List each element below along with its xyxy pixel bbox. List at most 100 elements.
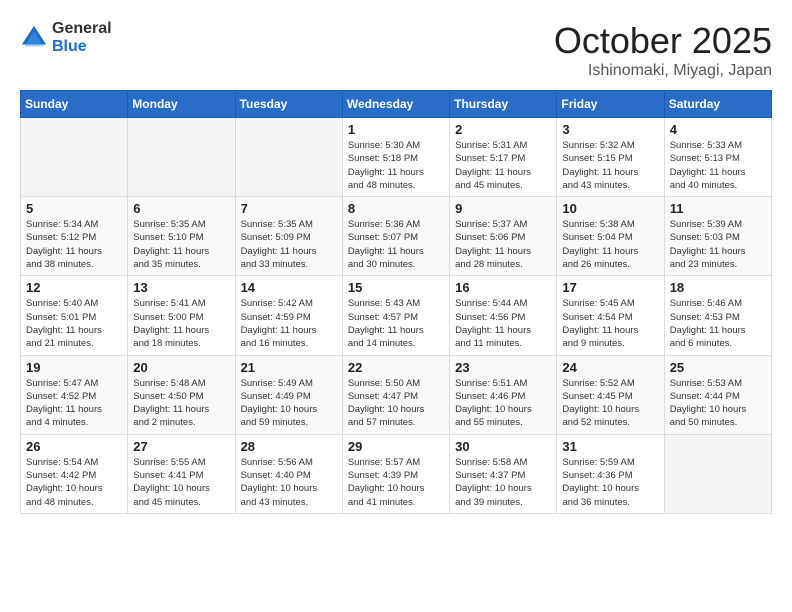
calendar-cell: 2 Sunrise: 5:31 AM Sunset: 5:17 PM Daylig… (450, 118, 557, 197)
day-number: 10 (562, 201, 658, 216)
day-number: 21 (241, 360, 337, 375)
day-number: 19 (26, 360, 122, 375)
day-number: 22 (348, 360, 444, 375)
calendar-cell: 28 Sunrise: 5:56 AM Sunset: 4:40 PM Dayli… (235, 434, 342, 513)
calendar-cell: 26 Sunrise: 5:54 AM Sunset: 4:42 PM Dayli… (21, 434, 128, 513)
weekday-header-thursday: Thursday (450, 91, 557, 118)
calendar-cell: 6 Sunrise: 5:35 AM Sunset: 5:10 PM Daylig… (128, 197, 235, 276)
calendar-cell (21, 118, 128, 197)
calendar-cell: 22 Sunrise: 5:50 AM Sunset: 4:47 PM Dayli… (342, 355, 449, 434)
calendar-cell: 25Sunrise: 5:53 AM Sunset: 4:44 PM Dayli… (664, 355, 771, 434)
day-number: 28 (241, 439, 337, 454)
calendar-header: SundayMondayTuesdayWednesdayThursdayFrid… (21, 91, 772, 118)
day-number: 8 (348, 201, 444, 216)
day-info: Sunrise: 5:58 AM Sunset: 4:37 PM Dayligh… (455, 456, 551, 509)
day-number: 11 (670, 201, 766, 216)
day-info: Sunrise: 5:38 AM Sunset: 5:04 PM Dayligh… (562, 218, 658, 271)
calendar-cell: 29 Sunrise: 5:57 AM Sunset: 4:39 PM Dayli… (342, 434, 449, 513)
day-number: 2 (455, 122, 551, 137)
day-info: Sunrise: 5:42 AM Sunset: 4:59 PM Dayligh… (241, 297, 337, 350)
weekday-header-saturday: Saturday (664, 91, 771, 118)
day-number: 6 (133, 201, 229, 216)
day-number: 7 (241, 201, 337, 216)
calendar-week-row: 19 Sunrise: 5:47 AM Sunset: 4:52 PM Dayli… (21, 355, 772, 434)
day-info: Sunrise: 5:48 AM Sunset: 4:50 PM Dayligh… (133, 377, 229, 430)
day-info: Sunrise: 5:51 AM Sunset: 4:46 PM Dayligh… (455, 377, 551, 430)
day-info: Sunrise: 5:44 AM Sunset: 4:56 PM Dayligh… (455, 297, 551, 350)
day-number: 12 (26, 280, 122, 295)
day-info: Sunrise: 5:56 AM Sunset: 4:40 PM Dayligh… (241, 456, 337, 509)
calendar-cell: 27Sunrise: 5:55 AM Sunset: 4:41 PM Dayli… (128, 434, 235, 513)
day-number: 15 (348, 280, 444, 295)
day-number: 17 (562, 280, 658, 295)
day-info: Sunrise: 5:45 AM Sunset: 4:54 PM Dayligh… (562, 297, 658, 350)
day-info: Sunrise: 5:34 AM Sunset: 5:12 PM Dayligh… (26, 218, 122, 271)
day-number: 31 (562, 439, 658, 454)
day-info: Sunrise: 5:37 AM Sunset: 5:06 PM Dayligh… (455, 218, 551, 271)
calendar-cell: 17 Sunrise: 5:45 AM Sunset: 4:54 PM Dayli… (557, 276, 664, 355)
day-number: 16 (455, 280, 551, 295)
day-info: Sunrise: 5:33 AM Sunset: 5:13 PM Dayligh… (670, 139, 766, 192)
day-info: Sunrise: 5:57 AM Sunset: 4:39 PM Dayligh… (348, 456, 444, 509)
calendar-body: 1 Sunrise: 5:30 AM Sunset: 5:18 PM Daylig… (21, 118, 772, 514)
day-number: 9 (455, 201, 551, 216)
calendar-cell: 24Sunrise: 5:52 AM Sunset: 4:45 PM Dayli… (557, 355, 664, 434)
calendar-cell (664, 434, 771, 513)
calendar-cell: 23Sunrise: 5:51 AM Sunset: 4:46 PM Dayli… (450, 355, 557, 434)
day-info: Sunrise: 5:54 AM Sunset: 4:42 PM Dayligh… (26, 456, 122, 509)
day-info: Sunrise: 5:35 AM Sunset: 5:10 PM Dayligh… (133, 218, 229, 271)
calendar: SundayMondayTuesdayWednesdayThursdayFrid… (20, 90, 772, 514)
calendar-cell: 5 Sunrise: 5:34 AM Sunset: 5:12 PM Daylig… (21, 197, 128, 276)
day-number: 4 (670, 122, 766, 137)
location: Ishinomaki, Miyagi, Japan (554, 62, 772, 80)
logo-text: General Blue (52, 20, 112, 55)
calendar-cell: 12 Sunrise: 5:40 AM Sunset: 5:01 PM Dayli… (21, 276, 128, 355)
day-info: Sunrise: 5:35 AM Sunset: 5:09 PM Dayligh… (241, 218, 337, 271)
calendar-week-row: 5 Sunrise: 5:34 AM Sunset: 5:12 PM Daylig… (21, 197, 772, 276)
header: General Blue October 2025 Ishinomaki, Mi… (20, 20, 772, 80)
calendar-week-row: 1 Sunrise: 5:30 AM Sunset: 5:18 PM Daylig… (21, 118, 772, 197)
calendar-cell: 11Sunrise: 5:39 AM Sunset: 5:03 PM Dayli… (664, 197, 771, 276)
logo-blue-text: Blue (52, 38, 112, 56)
weekday-row: SundayMondayTuesdayWednesdayThursdayFrid… (21, 91, 772, 118)
title-area: October 2025 Ishinomaki, Miyagi, Japan (554, 20, 772, 80)
calendar-cell: 4 Sunrise: 5:33 AM Sunset: 5:13 PM Daylig… (664, 118, 771, 197)
day-info: Sunrise: 5:50 AM Sunset: 4:47 PM Dayligh… (348, 377, 444, 430)
day-number: 27 (133, 439, 229, 454)
calendar-cell: 3Sunrise: 5:32 AM Sunset: 5:15 PM Daylig… (557, 118, 664, 197)
day-number: 20 (133, 360, 229, 375)
day-number: 29 (348, 439, 444, 454)
day-info: Sunrise: 5:30 AM Sunset: 5:18 PM Dayligh… (348, 139, 444, 192)
day-info: Sunrise: 5:40 AM Sunset: 5:01 PM Dayligh… (26, 297, 122, 350)
calendar-cell: 8 Sunrise: 5:36 AM Sunset: 5:07 PM Daylig… (342, 197, 449, 276)
calendar-cell: 30 Sunrise: 5:58 AM Sunset: 4:37 PM Dayli… (450, 434, 557, 513)
day-info: Sunrise: 5:43 AM Sunset: 4:57 PM Dayligh… (348, 297, 444, 350)
calendar-cell: 31 Sunrise: 5:59 AM Sunset: 4:36 PM Dayli… (557, 434, 664, 513)
calendar-week-row: 12 Sunrise: 5:40 AM Sunset: 5:01 PM Dayli… (21, 276, 772, 355)
day-info: Sunrise: 5:32 AM Sunset: 5:15 PM Dayligh… (562, 139, 658, 192)
day-info: Sunrise: 5:47 AM Sunset: 4:52 PM Dayligh… (26, 377, 122, 430)
calendar-cell: 18Sunrise: 5:46 AM Sunset: 4:53 PM Dayli… (664, 276, 771, 355)
weekday-header-tuesday: Tuesday (235, 91, 342, 118)
calendar-cell: 9 Sunrise: 5:37 AM Sunset: 5:06 PM Daylig… (450, 197, 557, 276)
day-number: 1 (348, 122, 444, 137)
day-info: Sunrise: 5:36 AM Sunset: 5:07 PM Dayligh… (348, 218, 444, 271)
day-number: 5 (26, 201, 122, 216)
calendar-cell: 10 Sunrise: 5:38 AM Sunset: 5:04 PM Dayli… (557, 197, 664, 276)
day-number: 14 (241, 280, 337, 295)
calendar-cell: 14 Sunrise: 5:42 AM Sunset: 4:59 PM Dayli… (235, 276, 342, 355)
weekday-header-monday: Monday (128, 91, 235, 118)
day-info: Sunrise: 5:41 AM Sunset: 5:00 PM Dayligh… (133, 297, 229, 350)
day-number: 18 (670, 280, 766, 295)
weekday-header-wednesday: Wednesday (342, 91, 449, 118)
day-number: 30 (455, 439, 551, 454)
day-info: Sunrise: 5:59 AM Sunset: 4:36 PM Dayligh… (562, 456, 658, 509)
calendar-cell: 19 Sunrise: 5:47 AM Sunset: 4:52 PM Dayli… (21, 355, 128, 434)
calendar-cell: 15 Sunrise: 5:43 AM Sunset: 4:57 PM Dayli… (342, 276, 449, 355)
day-info: Sunrise: 5:31 AM Sunset: 5:17 PM Dayligh… (455, 139, 551, 192)
day-number: 26 (26, 439, 122, 454)
weekday-header-friday: Friday (557, 91, 664, 118)
calendar-cell: 13Sunrise: 5:41 AM Sunset: 5:00 PM Dayli… (128, 276, 235, 355)
day-number: 24 (562, 360, 658, 375)
calendar-cell (235, 118, 342, 197)
